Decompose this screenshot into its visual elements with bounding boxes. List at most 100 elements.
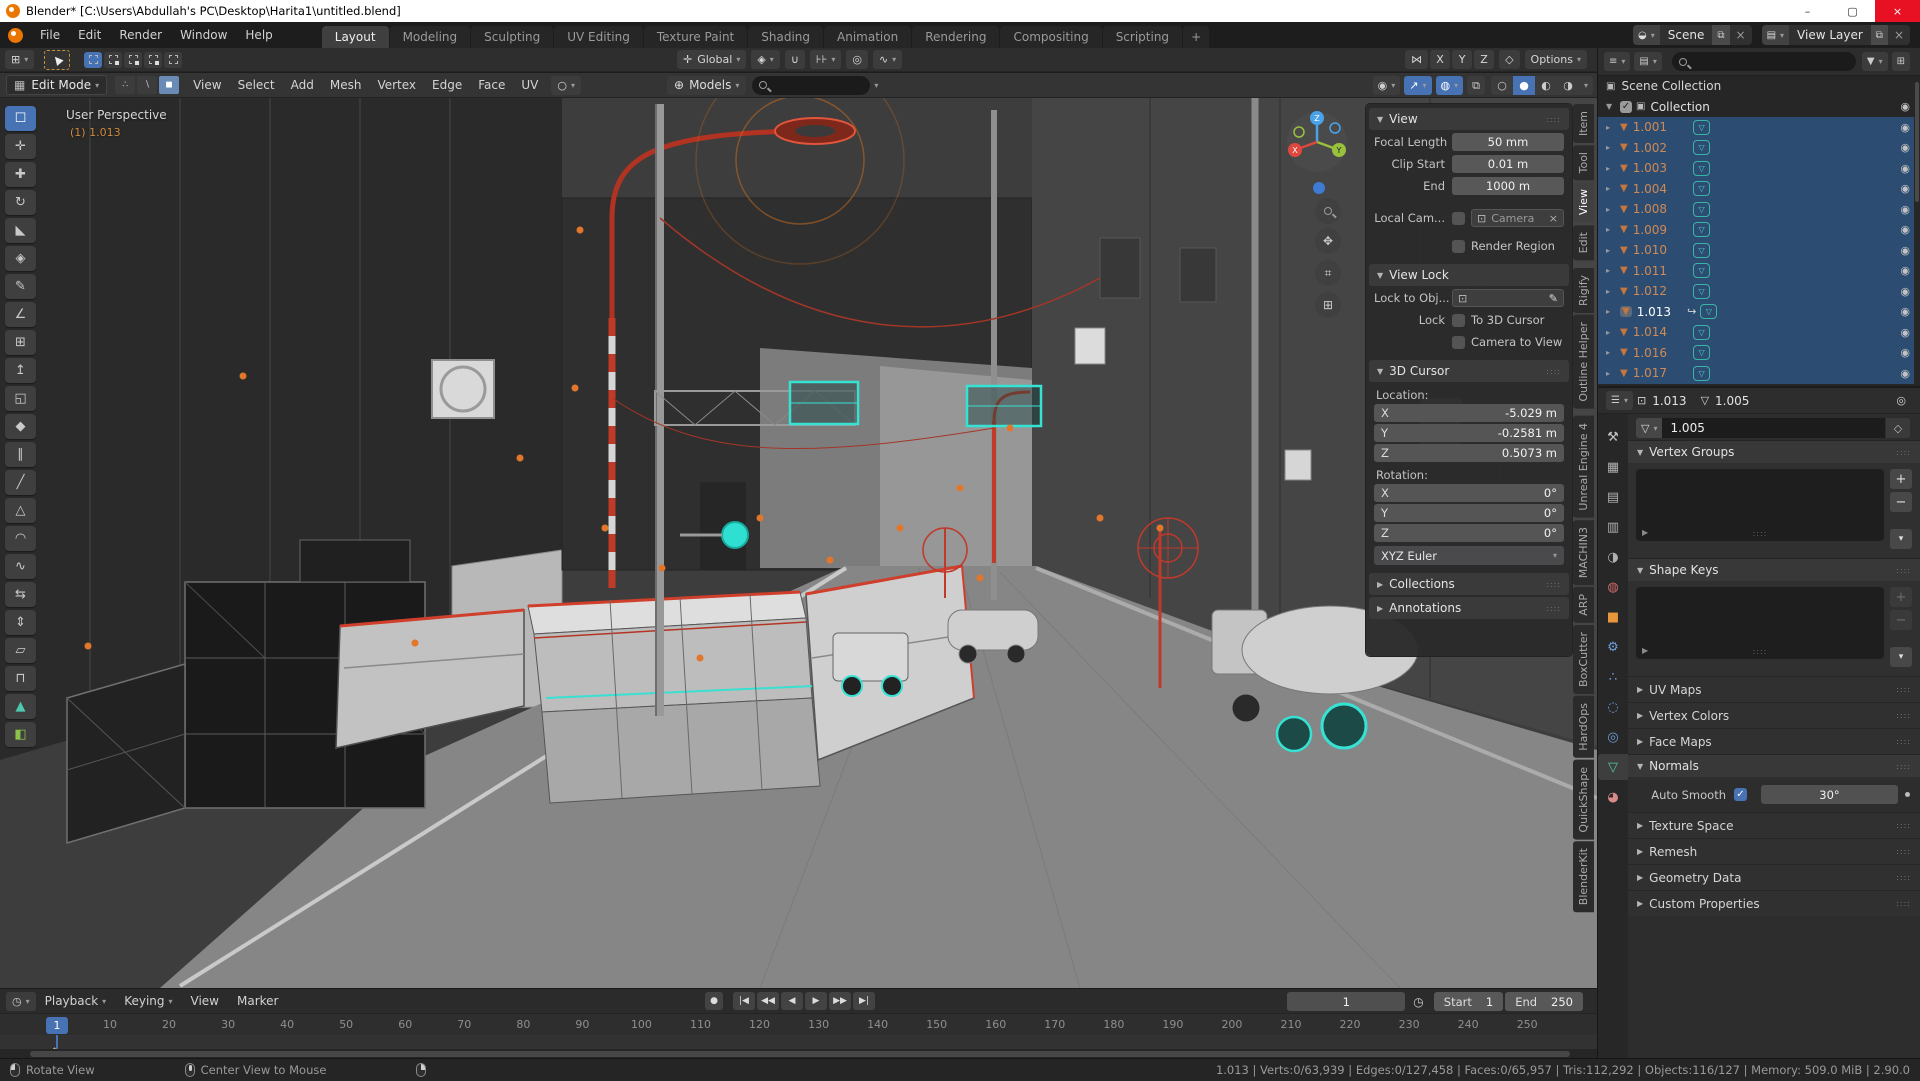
new-view-layer-icon[interactable]: ⧉ [1870,25,1888,45]
shape-key-specials-dropdown[interactable]: ▾ [1890,647,1912,667]
timeline-tick-90[interactable]: 90 [575,1018,589,1031]
timeline-editor-dropdown[interactable]: ◷ ▾ [6,991,36,1011]
eye-icon[interactable]: ◉ [1900,100,1910,113]
shape-keys-header[interactable]: ▼ Shape Keys:::: [1628,558,1920,581]
minimize-button[interactable]: – [1785,0,1830,22]
scene-name[interactable]: Scene [1660,28,1713,42]
properties-tab-render[interactable]: ▦ [1598,454,1628,480]
mirror-icon[interactable]: ⋈ [1405,50,1429,69]
mode-dropdown[interactable]: ▦ Edit Mode ▾ [6,75,108,95]
expand-icon[interactable]: ▸ [1606,266,1618,275]
viewport-menu-uv[interactable]: UV [513,78,546,92]
properties-tab-world[interactable]: ◍ [1598,574,1628,600]
properties-tab-scene[interactable]: ◑ [1598,544,1628,570]
view-layer-name[interactable]: View Layer [1789,28,1871,42]
remove-vertex-group-button[interactable]: − [1890,492,1912,512]
timeline-tick-100[interactable]: 100 [631,1018,652,1031]
tool-loop-cut[interactable]: ∥ [5,442,36,467]
timeline-tick-210[interactable]: 210 [1281,1018,1302,1031]
new-scene-icon[interactable]: ⧉ [1712,25,1730,45]
viewport-menu-edge[interactable]: Edge [424,78,470,92]
outliner-row-1.003[interactable]: ▸ ▼ 1.003 ▽ ◉ [1598,158,1914,179]
cursor-rotation-z[interactable]: Z 0° [1374,524,1564,542]
camera-to-view-checkbox[interactable] [1452,335,1465,349]
mirror-z-button[interactable]: Z [1474,50,1495,69]
eye-icon[interactable]: ◉ [1900,162,1910,175]
tool-inset-faces[interactable]: ◱ [5,386,36,411]
outliner-row-1.014[interactable]: ▸ ▼ 1.014 ▽ ◉ [1598,322,1914,343]
select-mode-extend[interactable] [104,51,123,68]
tool-shear[interactable]: ▱ [5,638,36,663]
expand-icon[interactable]: ▸ [1606,184,1618,193]
mirror-x-button[interactable]: X [1430,50,1451,69]
active-tool-indicator[interactable]: ▲ [44,49,71,70]
properties-tab-modifiers[interactable]: ⚙ [1598,634,1628,660]
focal-length-field[interactable]: 50 mm [1452,133,1564,151]
filter-funnel-dropdown[interactable]: ▼ ▾ [1861,52,1888,71]
add-vertex-group-button[interactable]: + [1890,469,1912,489]
keying-menu[interactable]: Keying ▾ [115,994,181,1008]
timeline-tick-130[interactable]: 130 [808,1018,829,1031]
current-frame-field[interactable]: 1 [1287,992,1406,1011]
n-panel-tab-arp[interactable]: ARP [1573,587,1594,624]
tool-cursor[interactable]: ✛ [5,134,36,159]
eyedropper-icon[interactable]: ✎ [1549,292,1558,305]
view-layer-icon[interactable]: ▤ ▾ [1761,25,1790,45]
pivot-point-dropdown[interactable]: ◈ ▾ [751,50,780,69]
timeline-tick-230[interactable]: 230 [1399,1018,1420,1031]
shading-material-icon[interactable]: ◐ [1535,76,1557,95]
shading-rendered-icon[interactable]: ◑ [1557,76,1579,95]
tool-edge-slide[interactable]: ⇆ [5,582,36,607]
expand-icon[interactable]: ▸ [1606,205,1618,214]
expand-icon[interactable]: ▸ [1606,287,1618,296]
n-panel-tab-boxcutter[interactable]: BoxCutter [1573,625,1594,695]
n-panel-tab-outline-helper[interactable]: Outline Helper [1573,314,1594,409]
eye-icon[interactable]: ◉ [1900,141,1910,154]
datablock-name-field[interactable]: 1.005 [1662,418,1885,438]
timeline-tick-160[interactable]: 160 [985,1018,1006,1031]
clip-start-field[interactable]: 0.01 m [1452,155,1564,173]
camera-view-icon[interactable]: ⌗ [1315,260,1341,286]
auto-smooth-checkbox[interactable]: ✓ [1734,788,1747,801]
tool-shrink-fatten[interactable]: ⇕ [5,610,36,635]
properties-tab-constraints[interactable]: ◎ [1598,724,1628,750]
normals-header[interactable]: ▼ Normals:::: [1628,754,1920,777]
timeline-tick-140[interactable]: 140 [867,1018,888,1031]
current-frame-badge[interactable]: 1 [46,1017,68,1034]
proportional-icon[interactable]: ○ ▾ [551,75,581,95]
orientation-dropdown[interactable]: ✛ Global ▾ [677,50,747,69]
gizmos-dropdown[interactable]: ↗ ▾ [1404,76,1432,95]
expand-icon[interactable]: ▸ [1606,369,1618,378]
viewport-menu-select[interactable]: Select [230,78,283,92]
tool-measure[interactable]: ∠ [5,302,36,327]
scene-canvas[interactable] [0,98,1597,988]
properties-tab-tool[interactable]: ⚒ [1598,424,1628,450]
tab-texture-paint[interactable]: Texture Paint [643,26,748,48]
axis-gizmo[interactable]: Z Y X [1285,110,1349,174]
select-mode-invert[interactable] [144,51,163,68]
outliner-row-1.017[interactable]: ▸ ▼ 1.017 ▽ ◉ [1598,363,1914,384]
vertex-group-specials-dropdown[interactable]: ▾ [1890,529,1912,549]
collections-panel-header[interactable]: ▶ Collections:::: [1369,573,1569,595]
proportional-editing-toggle[interactable]: ◎ [846,50,868,69]
viewport-menu-vertex[interactable]: Vertex [369,78,424,92]
eye-icon[interactable]: ◉ [1900,285,1910,298]
timeline-tick-60[interactable]: 60 [398,1018,412,1031]
local-camera-checkbox[interactable] [1452,211,1465,225]
editor-type-button[interactable]: ⊞ ▾ [5,50,35,69]
tool-extrude-region[interactable]: ↥ [5,358,36,383]
outliner-row-1.008[interactable]: ▸ ▼ 1.008 ▽ ◉ [1598,199,1914,220]
unlink-scene-icon[interactable]: × [1730,28,1752,42]
rotation-mode-dropdown[interactable]: XYZ Euler ▾ [1374,546,1564,565]
timeline-tick-110[interactable]: 110 [690,1018,711,1031]
viewport-3d[interactable]: User Perspective (1) 1.013 ☐ ✛ ✚ ↻ ◣ ◈ ✎ ∠ ⊞ ↥ ◱ ◆ ∥… [0,98,1597,988]
timeline-tick-30[interactable]: 30 [221,1018,235,1031]
menu-window[interactable]: Window [171,22,236,48]
scene-collection-row[interactable]: ▣ Scene Collection [1598,76,1914,97]
outliner-scrollbar[interactable] [1915,82,1919,202]
tab-uv-editing[interactable]: UV Editing [554,26,643,48]
tool-boxcutter[interactable]: ◧ [5,722,36,747]
eye-icon[interactable]: ◉ [1900,264,1910,277]
tool-scale[interactable]: ◣ [5,218,36,243]
cursor-location-y[interactable]: Y -0.2581 m [1374,424,1564,442]
